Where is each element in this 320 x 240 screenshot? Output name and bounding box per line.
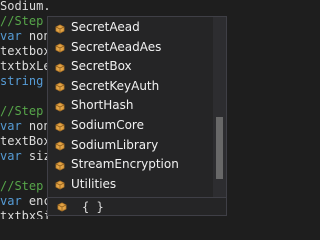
completion-item-label: SecretAead: [71, 20, 140, 34]
completion-popup[interactable]: SecretAead SecretAeadAes SecretBox SecretKe…: [47, 16, 227, 216]
completion-filter-bar: { }: [48, 197, 226, 216]
completion-item-label: ShortHash: [71, 98, 134, 113]
code-token: var: [0, 119, 29, 133]
completion-item[interactable]: ShortHash: [48, 96, 213, 115]
completion-item-label: SodiumCore: [71, 118, 144, 132]
completion-item[interactable]: SodiumCore: [48, 116, 213, 135]
completion-scrollbar-thumb[interactable]: [216, 117, 223, 179]
class-icon: [54, 22, 66, 34]
completion-item-label: StreamEncryption: [71, 157, 179, 172]
completion-item[interactable]: SecretAeadAes: [48, 38, 213, 57]
code-token: Sodium.: [0, 0, 51, 13]
completion-item[interactable]: SodiumLibrary: [48, 136, 213, 155]
class-icon: [54, 120, 66, 132]
code-token: var: [0, 194, 29, 208]
class-icon: [54, 178, 66, 190]
completion-item[interactable]: SecretBox: [48, 57, 213, 76]
code-token: var: [0, 29, 29, 43]
code-token: //Step: [0, 14, 51, 28]
completion-item[interactable]: SecretKeyAuth: [48, 77, 213, 96]
completion-item[interactable]: Utilities: [48, 175, 213, 194]
code-editor[interactable]: Sodium.//Step var non textbox txtbxLe strin…: [0, 0, 235, 219]
class-filter-icon[interactable]: [56, 201, 68, 213]
code-token: var: [0, 149, 29, 163]
class-icon: [54, 100, 66, 112]
completion-scrollbar[interactable]: [213, 17, 226, 197]
code-token: txtbxLe: [0, 59, 51, 73]
completion-item-label: SecretAeadAes: [71, 39, 162, 54]
code-token: txtbxSi: [0, 209, 51, 219]
class-icon: [54, 61, 66, 73]
completion-item-label: SecretKeyAuth: [71, 78, 160, 93]
class-icon: [54, 139, 66, 151]
completion-item[interactable]: SecretAead: [48, 18, 213, 37]
completion-item-label: Utilities: [71, 176, 117, 191]
code-token: textbox: [0, 44, 51, 58]
code-token: string: [0, 74, 51, 88]
completion-item[interactable]: StreamEncryption: [48, 155, 213, 174]
code-line[interactable]: txtbxSi: [0, 208, 51, 219]
completion-item-label: SodiumLibrary: [71, 137, 159, 152]
code-token: //Step: [0, 104, 51, 118]
code-line[interactable]: var siz: [0, 148, 51, 165]
code-token: //Step: [0, 179, 51, 193]
namespace-filter-braces[interactable]: { }: [82, 200, 104, 214]
code-line[interactable]: string: [0, 73, 51, 90]
completion-item-label: SecretBox: [71, 59, 132, 74]
class-icon: [54, 41, 66, 53]
class-icon: [54, 80, 66, 92]
code-token: textBox: [0, 134, 51, 148]
class-icon: [54, 159, 66, 171]
